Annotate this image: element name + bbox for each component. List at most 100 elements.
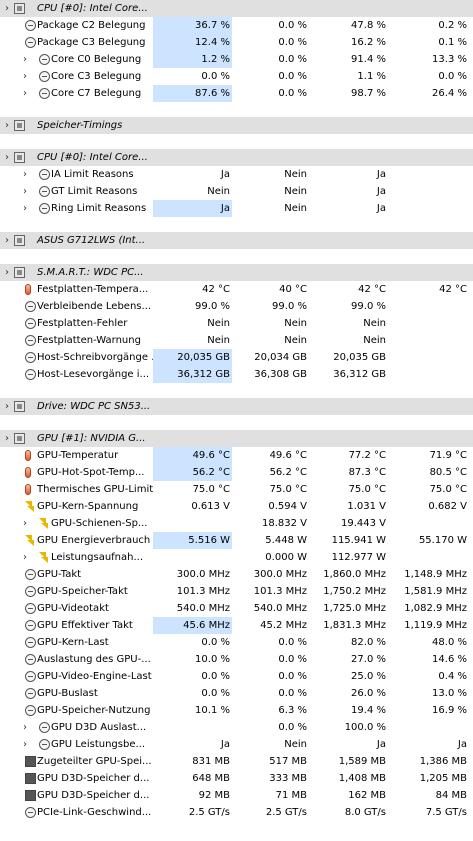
group-empty-cell: [390, 117, 473, 134]
clock-icon: [25, 807, 36, 818]
sensor-label: GPU Energieverbrauch: [37, 535, 151, 546]
current-value: [153, 549, 232, 566]
expand-arrow-icon[interactable]: ›: [20, 166, 30, 183]
min-value: Nein: [284, 335, 307, 346]
sensor-row[interactable]: Host-Schreibvorgänge ... 20,035 GB 20,034 …: [0, 349, 473, 366]
clock-icon: [39, 739, 50, 750]
max-value: 16.2 %: [351, 37, 386, 48]
sensor-row[interactable]: › IA Limit Reasons Ja Nein Ja: [0, 166, 473, 183]
clock-icon: [39, 54, 50, 65]
sensor-label: Package C2 Belegung: [37, 20, 146, 31]
expand-arrow-icon[interactable]: ›: [20, 549, 30, 566]
avg-value: 7.5 GT/s: [425, 807, 467, 818]
sensor-label: GPU-Speicher-Takt: [37, 586, 128, 597]
sensor-row[interactable]: › GPU-Schienen-Sp... 18.832 V 19.443 V: [0, 515, 473, 532]
expand-arrow-icon[interactable]: ›: [20, 515, 30, 532]
avg-value: 42 °C: [439, 284, 467, 295]
sensor-row[interactable]: GPU-Speicher-Nutzung 10.1 % 6.3 % 19.4 % 16.…: [0, 702, 473, 719]
sensor-label: GPU-Hot-Spot-Temp...: [37, 467, 145, 478]
current-value: [153, 515, 232, 532]
max-value: 112.977 W: [331, 552, 386, 563]
sensor-row[interactable]: Package C3 Belegung 12.4 % 0.0 % 16.2 % 0.1 …: [0, 34, 473, 51]
expand-arrow-icon[interactable]: ›: [20, 736, 30, 753]
sensor-row[interactable]: GPU-Hot-Spot-Temp... 56.2 °C 56.2 °C 87.3 °…: [0, 464, 473, 481]
current-value: Ja: [220, 739, 230, 750]
sensor-label-cell: GPU-Kern-Last: [0, 634, 153, 651]
sensor-row[interactable]: GPU-Temperatur 49.6 °C 49.6 °C 77.2 °C 71.9 …: [0, 447, 473, 464]
group-header[interactable]: › ASUS G712LWS (Int...: [0, 232, 473, 249]
group-header[interactable]: › S.M.A.R.T.: WDC PC...: [0, 264, 473, 281]
current-value: 87.6 %: [153, 85, 232, 102]
group-header[interactable]: › CPU [#0]: Intel Core...: [0, 149, 473, 166]
sensor-row[interactable]: › GPU Leistungsbe... Ja Nein Ja Ja: [0, 736, 473, 753]
group-label: Drive: WDC PC SN53...: [37, 401, 151, 412]
sensor-row[interactable]: GPU-Kern-Last 0.0 % 0.0 % 82.0 % 48.0 %: [0, 634, 473, 651]
expand-arrow-icon[interactable]: ›: [2, 149, 12, 166]
max-value: 36,312 GB: [333, 369, 386, 380]
sensor-row[interactable]: GPU-Takt 300.0 MHz 300.0 MHz 1,860.0 MHz 1,1…: [0, 566, 473, 583]
sensor-row[interactable]: Host-Lesevorgänge i... 36,312 GB 36,308 GB…: [0, 366, 473, 383]
sensor-row[interactable]: › Ring Limit Reasons Ja Nein Ja: [0, 200, 473, 217]
sensor-row[interactable]: › Leistungsaufnah... 0.000 W 112.977 W: [0, 549, 473, 566]
sensor-row[interactable]: › GT Limit Reasons Nein Nein Ja: [0, 183, 473, 200]
sensor-label: Auslastung des GPU-...: [37, 654, 151, 665]
sensor-row[interactable]: GPU Energieverbrauch 5.516 W 5.448 W 115.94…: [0, 532, 473, 549]
avg-value: [390, 366, 473, 383]
expand-arrow-icon[interactable]: ›: [2, 430, 12, 447]
sensor-label: GPU-Video-Engine-Last: [37, 671, 152, 682]
sensor-row[interactable]: Auslastung des GPU-... 10.0 % 0.0 % 27.0 % 1…: [0, 651, 473, 668]
group-header[interactable]: › Drive: WDC PC SN53...: [0, 398, 473, 415]
sensor-row[interactable]: Festplatten-Warnung Nein Nein Nein: [0, 332, 473, 349]
group-empty-cell: [153, 264, 232, 281]
sensor-row[interactable]: GPU-Video-Engine-Last 0.0 % 0.0 % 25.0 % 0.4…: [0, 668, 473, 685]
group-label-cell: › CPU [#0]: Intel Core...: [0, 149, 153, 166]
sensor-row[interactable]: Thermisches GPU-Limit 75.0 °C 75.0 °C 75.0 …: [0, 481, 473, 498]
sensor-row[interactable]: GPU-Kern-Spannung 0.613 V 0.594 V 1.031 V 0.…: [0, 498, 473, 515]
sensor-row[interactable]: GPU-Speicher-Takt 101.3 MHz 101.3 MHz 1,750…: [0, 583, 473, 600]
current-value: 101.3 MHz: [176, 586, 230, 597]
group-header[interactable]: › CPU [#0]: Intel Core...: [0, 0, 473, 17]
sensor-row[interactable]: Verbleibende Lebens... 99.0 % 99.0 % 99.0 %: [0, 298, 473, 315]
group-empty-cell: [390, 0, 473, 17]
group-header[interactable]: › GPU [#1]: NVIDIA G...: [0, 430, 473, 447]
sensor-row[interactable]: › Core C3 Belegung 0.0 % 0.0 % 1.1 % 0.0 %: [0, 68, 473, 85]
expand-arrow-icon[interactable]: ›: [20, 68, 30, 85]
sensor-row[interactable]: GPU-Buslast 0.0 % 0.0 % 26.0 % 13.0 %: [0, 685, 473, 702]
sensor-row[interactable]: Zugeteilter GPU-Spei... 831 MB 517 MB 1,589…: [0, 753, 473, 770]
sensor-row[interactable]: PCIe-Link-Geschwind... 2.5 GT/s 2.5 GT/s 8.…: [0, 804, 473, 821]
row-gap: [0, 249, 473, 264]
sensor-row[interactable]: › GPU D3D Auslast... 0.0 % 100.0 %: [0, 719, 473, 736]
device-icon: [14, 120, 25, 131]
expand-arrow-icon[interactable]: ›: [2, 117, 12, 134]
sensor-row[interactable]: GPU D3D-Speicher d... 648 MB 333 MB 1,408 M…: [0, 770, 473, 787]
current-value: 45.6 MHz: [153, 617, 232, 634]
avg-value: [390, 298, 473, 315]
expand-arrow-icon[interactable]: ›: [2, 264, 12, 281]
group-header[interactable]: › Speicher-Timings: [0, 117, 473, 134]
expand-arrow-icon[interactable]: ›: [20, 51, 30, 68]
group-empty-cell: [390, 232, 473, 249]
sensor-label-cell: Verbleibende Lebens...: [0, 298, 153, 315]
expand-arrow-icon[interactable]: ›: [2, 232, 12, 249]
device-icon: [14, 3, 25, 14]
sensor-row[interactable]: Festplatten-Tempera... 42 °C 40 °C 42 °C 42 …: [0, 281, 473, 298]
sensor-row[interactable]: GPU Effektiver Takt 45.6 MHz 45.2 MHz 1,831…: [0, 617, 473, 634]
current-value: 5.516 W: [153, 532, 232, 549]
sensor-row[interactable]: GPU-Videotakt 540.0 MHz 540.0 MHz 1,725.0 M…: [0, 600, 473, 617]
sensor-row[interactable]: Festplatten-Fehler Nein Nein Nein: [0, 315, 473, 332]
avg-value: 55.170 W: [418, 535, 467, 546]
expand-arrow-icon[interactable]: ›: [20, 183, 30, 200]
sensor-row[interactable]: › Core C0 Belegung 1.2 % 0.0 % 91.4 % 13.3 %: [0, 51, 473, 68]
group-empty-cell: [232, 149, 311, 166]
expand-arrow-icon[interactable]: ›: [20, 719, 30, 736]
expand-arrow-icon[interactable]: ›: [2, 0, 12, 17]
expand-arrow-icon[interactable]: ›: [2, 398, 12, 415]
expand-arrow-icon[interactable]: ›: [20, 200, 30, 217]
disk-icon: [25, 773, 36, 784]
sensor-row[interactable]: GPU D3D-Speicher d... 92 MB 71 MB 162 MB 84 …: [0, 787, 473, 804]
sensor-row[interactable]: Package C2 Belegung 36.7 % 0.0 % 47.8 % 0.2 …: [0, 17, 473, 34]
max-value: 25.0 %: [351, 671, 386, 682]
sensor-row[interactable]: › Core C7 Belegung 87.6 % 0.0 % 98.7 % 26.4 %: [0, 85, 473, 102]
expand-arrow-icon[interactable]: ›: [20, 85, 30, 102]
avg-value: 1,148.9 MHz: [404, 569, 467, 580]
